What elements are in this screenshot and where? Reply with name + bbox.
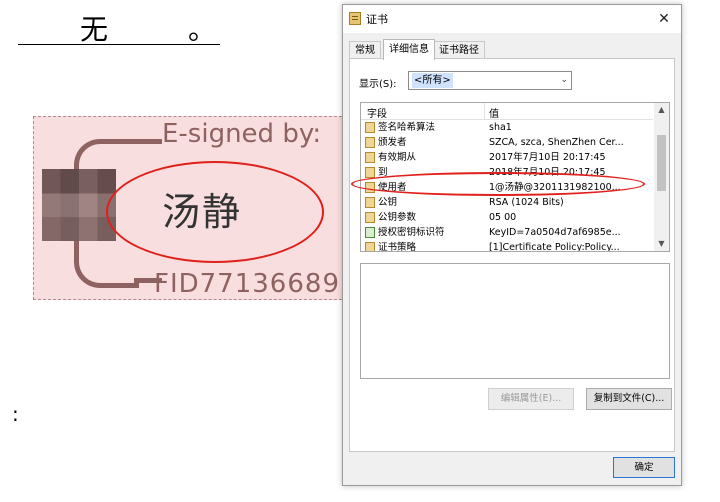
value-detail-box[interactable]: [360, 263, 670, 379]
list-item[interactable]: 证书策略 [1]Certificate Policy:Policy...: [361, 240, 653, 252]
list-item[interactable]: 授权密钥标识符 KeyID=7a0504d7af6985e...: [361, 225, 653, 240]
list-header: 字段 值: [361, 103, 653, 120]
column-divider[interactable]: [484, 103, 485, 119]
scroll-thumb[interactable]: [657, 135, 666, 191]
field-value: 2017年7月10日 20:17:45: [489, 152, 606, 163]
annotation-ellipse: [351, 172, 645, 196]
field-name: 公钥参数: [378, 212, 417, 223]
list-item[interactable]: 签名哈希算法 sha1: [361, 120, 653, 135]
signature-fid: FID77136689234: [154, 269, 346, 299]
close-button[interactable]: ✕: [647, 5, 681, 33]
field-icon: [365, 212, 375, 223]
list-item[interactable]: 颁发者 SZCA, szca, ShenZhen Cer...: [361, 135, 653, 150]
field-value: KeyID=7a0504d7af6985e...: [489, 227, 621, 238]
scroll-up-icon[interactable]: ▲: [654, 103, 669, 117]
scroll-down-icon[interactable]: ▼: [654, 237, 669, 251]
show-dropdown-value: <所有>: [412, 73, 453, 88]
colon-text: :: [12, 402, 19, 426]
field-value: SZCA, szca, ShenZhen Cer...: [489, 137, 624, 148]
field-name: 有效期从: [378, 152, 417, 163]
stamp-stub: [134, 139, 162, 144]
field-value: sha1: [489, 122, 512, 133]
field-icon: [365, 152, 375, 163]
period-text: 。: [188, 13, 217, 46]
details-panel: 显示(S): <所有> ⌄ 字段 值 签名哈希算法 sha1 颁发者 SZCA,…: [349, 58, 675, 452]
certificate-icon: [349, 12, 361, 25]
tab-general[interactable]: 常规: [349, 41, 381, 59]
field-name: 授权密钥标识符: [378, 227, 445, 238]
e-signature-stamp: E-signed by: 汤静 FID77136689234: [33, 116, 347, 300]
field-name: 签名哈希算法: [378, 122, 436, 133]
field-name: 颁发者: [378, 137, 407, 148]
underline: [18, 44, 220, 45]
field-icon: [365, 242, 375, 251]
edit-properties-button[interactable]: 编辑属性(E)...: [488, 388, 574, 410]
show-dropdown[interactable]: <所有> ⌄: [408, 71, 572, 90]
copy-to-file-button[interactable]: 复制到文件(C)...: [586, 388, 672, 410]
show-label: 显示(S):: [359, 79, 397, 90]
column-header-field[interactable]: 字段: [367, 105, 387, 120]
field-value: RSA (1024 Bits): [489, 197, 564, 208]
field-icon: [365, 122, 375, 133]
field-name: 公钥: [378, 197, 398, 208]
certificate-dialog: 证书 ✕ 常规 详细信息 证书路径 显示(S): <所有> ⌄ 字段 值 签名哈…: [342, 4, 682, 486]
list-item[interactable]: 公钥参数 05 00: [361, 210, 653, 225]
chevron-down-icon: ⌄: [560, 75, 568, 85]
field-value-text: 无: [80, 13, 109, 46]
annotation-ellipse: [106, 161, 324, 263]
dialog-title: 证书: [366, 13, 388, 26]
esigned-by-heading: E-signed by:: [162, 119, 322, 149]
field-value: 05 00: [489, 212, 517, 223]
tab-details[interactable]: 详细信息: [383, 39, 435, 60]
field-icon: [365, 197, 375, 208]
extension-icon: [365, 227, 375, 238]
column-header-value[interactable]: 值: [489, 105, 499, 120]
list-item[interactable]: 公钥 RSA (1024 Bits): [361, 195, 653, 210]
title-bar[interactable]: 证书 ✕: [343, 5, 681, 33]
field-icon: [365, 167, 375, 178]
field-icon: [365, 137, 375, 148]
field-value: [1]Certificate Policy:Policy...: [489, 242, 620, 252]
field-name: 证书策略: [378, 242, 417, 252]
tab-certification-path[interactable]: 证书路径: [433, 41, 485, 59]
list-item[interactable]: 有效期从 2017年7月10日 20:17:45: [361, 150, 653, 165]
blurred-qr-image: [42, 169, 116, 241]
vertical-scrollbar[interactable]: ▲ ▼: [654, 103, 669, 251]
ok-button[interactable]: 确定: [613, 457, 675, 478]
stamp-bracket-bottom: [74, 237, 139, 288]
